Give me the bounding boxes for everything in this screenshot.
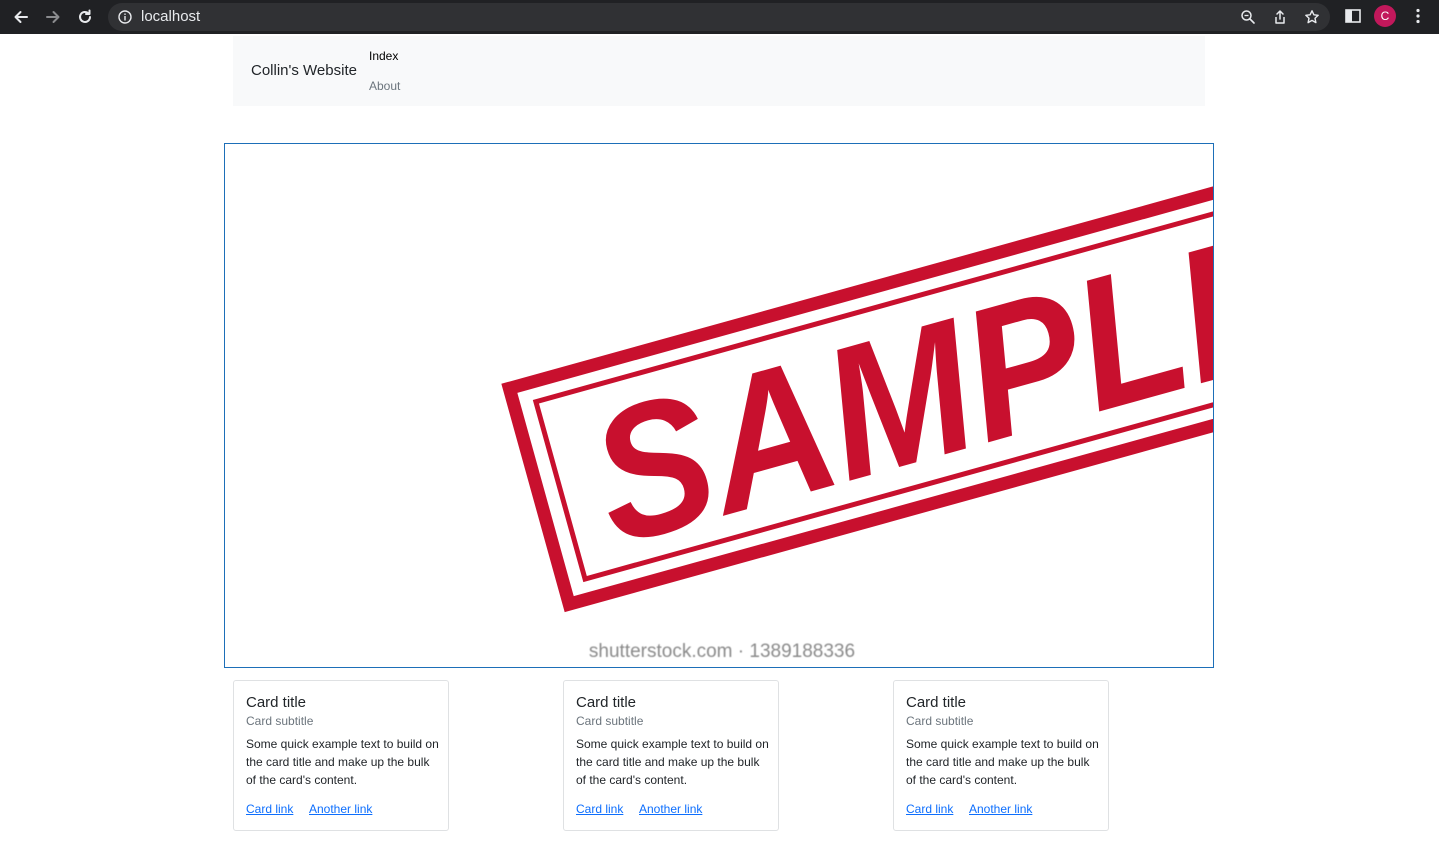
address-bar[interactable]: localhost bbox=[108, 3, 1330, 31]
hero-image: SAMPLE shutterstock.com · 1389188336 bbox=[224, 143, 1214, 668]
site-navbar: Collin's Website Index About bbox=[233, 36, 1205, 106]
card-text: Some quick example text to build on the … bbox=[906, 737, 1099, 787]
site-info-icon[interactable] bbox=[118, 10, 132, 24]
another-link[interactable]: Another link bbox=[309, 802, 372, 816]
navbar-brand[interactable]: Collin's Website bbox=[251, 62, 357, 79]
nav-link-index[interactable]: Index bbox=[369, 49, 398, 63]
card-link[interactable]: Card link bbox=[576, 802, 623, 816]
more-menu-icon[interactable] bbox=[1409, 7, 1427, 25]
another-link[interactable]: Another link bbox=[639, 802, 702, 816]
card-subtitle: Card subtitle bbox=[246, 714, 314, 728]
card-title: Card title bbox=[906, 694, 967, 711]
sample-stamp-image: SAMPLE shutterstock.com · 1389188336 bbox=[501, 155, 1213, 662]
card: Card title Card subtitle Some quick exam… bbox=[563, 680, 779, 831]
card-title: Card title bbox=[246, 694, 307, 711]
card-title: Card title bbox=[576, 694, 637, 711]
card: Card title Card subtitle Some quick exam… bbox=[233, 680, 449, 831]
nav-link-about[interactable]: About bbox=[369, 79, 400, 93]
reload-icon[interactable] bbox=[74, 6, 96, 28]
url-text[interactable]: localhost bbox=[141, 8, 200, 25]
card-subtitle: Card subtitle bbox=[576, 714, 644, 728]
card-link[interactable]: Card link bbox=[906, 802, 953, 816]
card-text: Some quick example text to build on the … bbox=[246, 737, 439, 787]
forward-arrow-icon[interactable] bbox=[42, 6, 64, 28]
watermark-text: shutterstock.com · 1389188336 bbox=[589, 641, 855, 662]
another-link[interactable]: Another link bbox=[969, 802, 1032, 816]
share-icon[interactable] bbox=[1272, 9, 1288, 25]
card-link[interactable]: Card link bbox=[246, 802, 293, 816]
card: Card title Card subtitle Some quick exam… bbox=[893, 680, 1109, 831]
side-panel-icon[interactable] bbox=[1344, 7, 1362, 25]
profile-avatar[interactable]: C bbox=[1374, 5, 1396, 27]
browser-toolbar: localhost C bbox=[0, 0, 1439, 34]
stamp-text: SAMPLE bbox=[570, 188, 1213, 584]
bookmark-star-icon[interactable] bbox=[1304, 9, 1320, 25]
card-subtitle: Card subtitle bbox=[906, 714, 974, 728]
back-arrow-icon[interactable] bbox=[10, 6, 32, 28]
card-text: Some quick example text to build on the … bbox=[576, 737, 769, 787]
zoom-icon[interactable] bbox=[1240, 9, 1256, 25]
